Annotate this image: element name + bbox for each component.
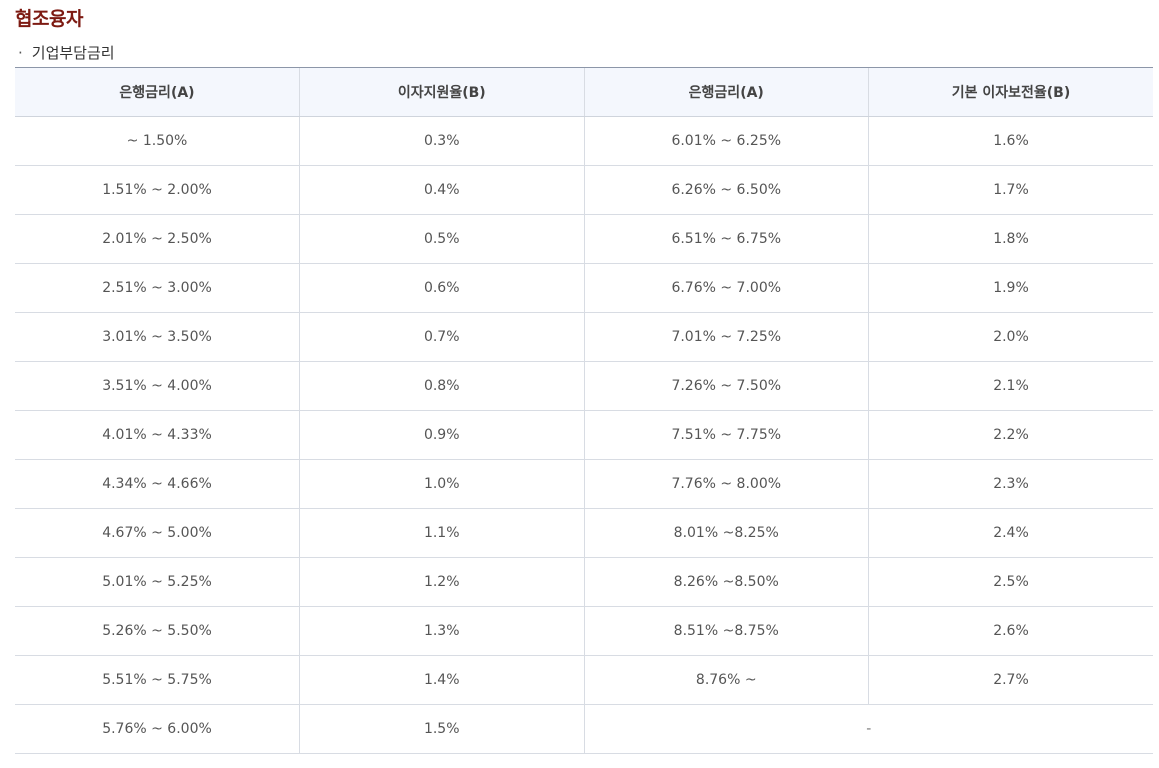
table-cell-merged: - [583, 704, 1153, 754]
table-cell: 0.5% [299, 214, 584, 264]
table-cell: 1.9% [868, 263, 1153, 313]
table-cell: 2.6% [868, 606, 1153, 656]
table-row: 2.51% ~ 3.00% 0.6% 6.76% ~ 7.00% 1.9% [15, 263, 1153, 313]
table-cell: 1.5% [299, 704, 584, 754]
table-cell: 0.4% [299, 165, 584, 215]
table-cell: 5.26% ~ 5.50% [15, 606, 300, 656]
table-cell: 5.51% ~ 5.75% [15, 655, 300, 705]
table-cell: 2.4% [868, 508, 1153, 558]
table-cell: 2.51% ~ 3.00% [15, 263, 300, 313]
table-cell: 1.4% [299, 655, 584, 705]
table-cell: 4.67% ~ 5.00% [15, 508, 300, 558]
table-cell: 0.3% [299, 116, 584, 166]
table-row: 5.26% ~ 5.50% 1.3% 8.51% ~8.75% 2.6% [15, 606, 1153, 656]
table-row: 1.51% ~ 2.00% 0.4% 6.26% ~ 6.50% 1.7% [15, 165, 1153, 215]
table-cell: 1.2% [299, 557, 584, 607]
table-row: 3.51% ~ 4.00% 0.8% 7.26% ~ 7.50% 2.1% [15, 361, 1153, 411]
table-row: 4.01% ~ 4.33% 0.9% 7.51% ~ 7.75% 2.2% [15, 410, 1153, 460]
table-cell: 8.51% ~8.75% [583, 606, 869, 656]
table-cell: 3.01% ~ 3.50% [15, 312, 300, 362]
table-cell: 5.01% ~ 5.25% [15, 557, 300, 607]
table-cell: 1.3% [299, 606, 584, 656]
table-cell: 6.76% ~ 7.00% [583, 263, 869, 313]
table-cell: 1.7% [868, 165, 1153, 215]
table-cell: 0.7% [299, 312, 584, 362]
table-cell: 2.2% [868, 410, 1153, 460]
table-header-row: 은행금리(A) 이자지원율(B) 은행금리(A) 기본 이자보전율(B) [15, 67, 1153, 117]
table-body: ~ 1.50% 0.3% 6.01% ~ 6.25% 1.6% 1.51% ~ 2.00… [15, 116, 1153, 754]
table-cell: 0.6% [299, 263, 584, 313]
header-interest-support-rate: 이자지원율(B) [299, 67, 584, 117]
table-cell: 1.6% [868, 116, 1153, 166]
table-row: 3.01% ~ 3.50% 0.7% 7.01% ~ 7.25% 2.0% [15, 312, 1153, 362]
subtitle-text: 기업부담금리 [31, 44, 115, 62]
table-cell: ~ 1.50% [15, 116, 300, 166]
table-cell: 6.01% ~ 6.25% [583, 116, 869, 166]
table-cell: 4.01% ~ 4.33% [15, 410, 300, 460]
table-row: 2.01% ~ 2.50% 0.5% 6.51% ~ 6.75% 1.8% [15, 214, 1153, 264]
header-basic-interest-compensation: 기본 이자보전율(B) [868, 67, 1153, 117]
table-row: 4.34% ~ 4.66% 1.0% 7.76% ~ 8.00% 2.3% [15, 459, 1153, 509]
bullet-dot: · [18, 44, 23, 62]
table-cell: 6.51% ~ 6.75% [583, 214, 869, 264]
table-cell: 2.7% [868, 655, 1153, 705]
table-cell: 4.34% ~ 4.66% [15, 459, 300, 509]
header-bank-rate-b: 은행금리(A) [583, 67, 869, 117]
table-cell: 7.01% ~ 7.25% [583, 312, 869, 362]
table-row: 5.51% ~ 5.75% 1.4% 8.76% ~2.7% [15, 655, 1153, 705]
table-cell: 2.01% ~ 2.50% [15, 214, 300, 264]
rate-table: 은행금리(A) 이자지원율(B) 은행금리(A) 기본 이자보전율(B) ~ 1… [15, 67, 1153, 754]
section-subtitle: · 기업부담금리 [18, 42, 115, 63]
table-cell: 0.8% [299, 361, 584, 411]
table-cell: 1.51% ~ 2.00% [15, 165, 300, 215]
table-cell: 8.76% ~ [583, 655, 869, 705]
table-row: 5.01% ~ 5.25% 1.2% 8.26% ~8.50% 2.5% [15, 557, 1153, 607]
table-cell: 1.8% [868, 214, 1153, 264]
table-cell: 2.0% [868, 312, 1153, 362]
table-cell: 2.1% [868, 361, 1153, 411]
table-cell: 2.5% [868, 557, 1153, 607]
table-cell: 0.9% [299, 410, 584, 460]
page-title: 협조융자 [15, 8, 83, 30]
table-cell: 6.26% ~ 6.50% [583, 165, 869, 215]
table-cell: 7.26% ~ 7.50% [583, 361, 869, 411]
header-bank-rate-a: 은행금리(A) [15, 67, 300, 117]
table-row: ~ 1.50% 0.3% 6.01% ~ 6.25% 1.6% [15, 116, 1153, 166]
table-cell: 5.76% ~ 6.00% [15, 704, 300, 754]
table-cell: 7.76% ~ 8.00% [583, 459, 869, 509]
table-row-last: 5.76% ~ 6.00% 1.5% - [15, 704, 1153, 754]
table-cell: 1.1% [299, 508, 584, 558]
table-cell: 3.51% ~ 4.00% [15, 361, 300, 411]
table-cell: 7.51% ~ 7.75% [583, 410, 869, 460]
table-cell: 8.26% ~8.50% [583, 557, 869, 607]
table-cell: 2.3% [868, 459, 1153, 509]
table-cell: 1.0% [299, 459, 584, 509]
table-cell: 8.01% ~8.25% [583, 508, 869, 558]
table-row: 4.67% ~ 5.00% 1.1% 8.01% ~8.25% 2.4% [15, 508, 1153, 558]
